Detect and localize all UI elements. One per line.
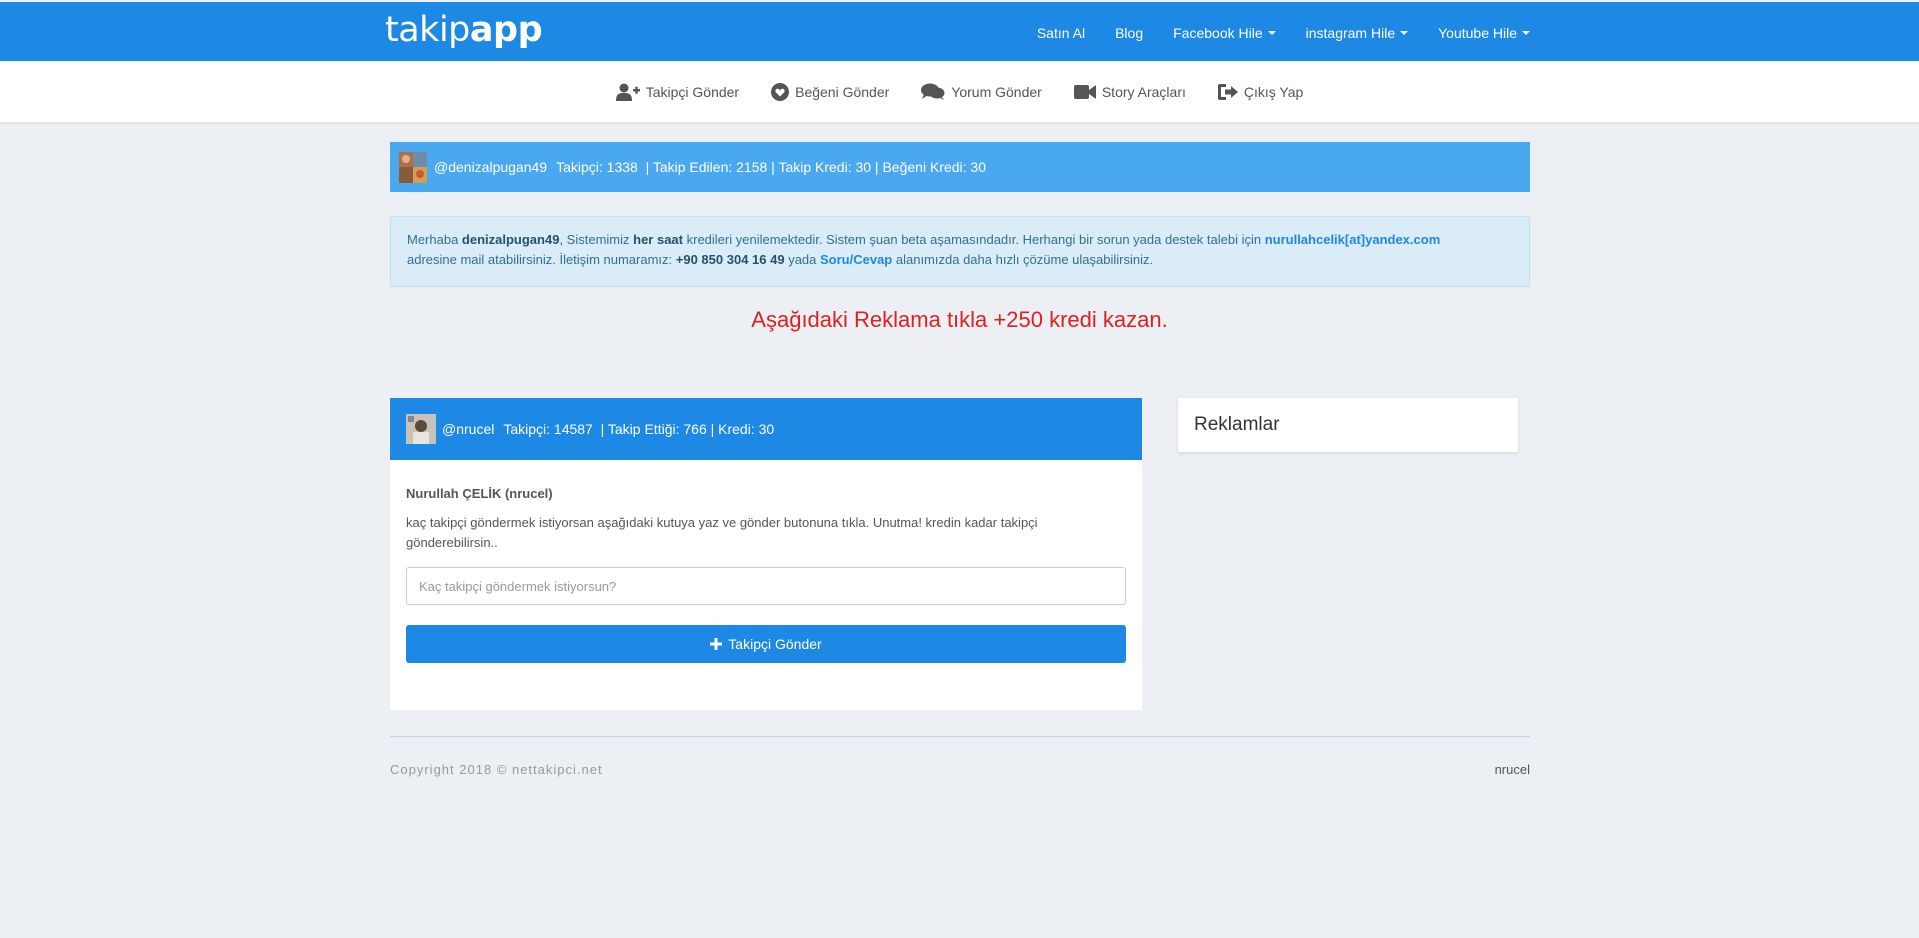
subnav-story-araclari[interactable]: Story Araçları bbox=[1073, 83, 1186, 100]
heart-icon bbox=[771, 82, 790, 101]
caret-down-icon bbox=[1522, 30, 1530, 35]
target-handle[interactable]: @nrucel bbox=[442, 421, 494, 437]
nav-facebook-dropdown[interactable]: Facebook Hile bbox=[1173, 25, 1276, 41]
caret-down-icon bbox=[1400, 30, 1409, 35]
copyright-text: Copyright 2018 © nettakipci.net bbox=[390, 762, 603, 777]
top-navbar: takipapp Satın Al Blog Facebook Hile ins… bbox=[0, 0, 1919, 61]
footer-username[interactable]: nrucel bbox=[1440, 762, 1530, 777]
subnav-label: Çıkış Yap bbox=[1243, 83, 1304, 100]
alert-text: , Sistemimiz bbox=[559, 232, 634, 247]
promo-message: Aşağıdaki Reklama tıkla +250 kredi kazan… bbox=[751, 307, 1168, 332]
alert-username: denizalpugan49 bbox=[461, 232, 560, 247]
subnav-yorum-gonder[interactable]: Yorum Gönder bbox=[921, 83, 1042, 101]
panel-description: kaç takipçi göndermek istiyorsan aşağıda… bbox=[406, 515, 1038, 550]
alert-text: yada bbox=[784, 252, 820, 267]
nav-label: Youtube Hile bbox=[1438, 24, 1517, 41]
nav-label: Satın Al bbox=[1036, 24, 1086, 41]
nav-label: Blog bbox=[1115, 24, 1144, 41]
target-avatar bbox=[406, 414, 436, 444]
follower-count-input[interactable]: Kaç takipçi göndermek istiyorsun? bbox=[406, 567, 1126, 605]
top-nav-menu: Satın Al Blog Facebook Hile instagram Hi… bbox=[1037, 2, 1530, 63]
brand-text-bold: app bbox=[469, 10, 543, 50]
send-followers-button[interactable]: Takipçi Gönder bbox=[406, 625, 1126, 663]
input-placeholder: Kaç takipçi göndermek istiyorsun? bbox=[419, 578, 617, 594]
soru-cevap-link[interactable]: Soru/Cevap bbox=[820, 252, 892, 267]
brand-text-light: takip bbox=[385, 10, 470, 50]
sign-out-icon bbox=[1217, 83, 1238, 100]
subnav-begeni-gonder[interactable]: Beğeni Gönder bbox=[771, 82, 890, 101]
subnav-label: Takipçi Gönder bbox=[645, 83, 740, 100]
subnav-cikis-yap[interactable]: Çıkış Yap bbox=[1217, 83, 1304, 101]
ads-box: Reklamlar bbox=[1178, 398, 1518, 452]
user-avatar bbox=[399, 151, 427, 183]
nav-instagram-dropdown[interactable]: instagram Hile bbox=[1305, 24, 1409, 41]
alert-text: adresine mail atabilirsiniz. İletişim nu… bbox=[407, 252, 676, 267]
user-handle[interactable]: @denizalpugan49 bbox=[434, 159, 547, 175]
alert-bold-text: her saat bbox=[633, 232, 683, 247]
target-stats: Takipçi: 14587 | Takip Ettiği: 766 | Kre… bbox=[503, 421, 775, 437]
footer-divider bbox=[390, 736, 1530, 737]
nav-youtube-dropdown[interactable]: Youtube Hile bbox=[1438, 25, 1530, 41]
video-camera-icon bbox=[1073, 84, 1096, 99]
nav-satin-al[interactable]: Satın Al bbox=[1037, 25, 1085, 41]
subnav-label: Yorum Gönder bbox=[951, 83, 1042, 100]
nav-label: instagram Hile bbox=[1305, 24, 1396, 41]
user-stats: Takipçi: 1338 | Takip Edilen: 2158 | Tak… bbox=[556, 159, 986, 175]
caret-down-icon bbox=[1267, 30, 1276, 35]
plus-icon bbox=[710, 638, 723, 650]
button-label: Takipçi Gönder bbox=[728, 636, 822, 652]
support-email-link[interactable]: nurullahcelik[at]yandex.com bbox=[1265, 232, 1441, 247]
ads-title: Reklamlar bbox=[1194, 414, 1280, 435]
panel-body: Nurullah ÇELİK (nrucel) kaç takipçi gönd… bbox=[390, 460, 1142, 663]
user-info-bar: @denizalpugan49 Takipçi: 1338 | Takip Ed… bbox=[390, 142, 1530, 192]
brand-logo[interactable]: takipapp bbox=[385, 10, 543, 50]
alert-text: Merhaba bbox=[407, 232, 462, 247]
user-plus-icon bbox=[615, 83, 640, 101]
contact-phone: +90 850 304 16 49 bbox=[675, 252, 785, 267]
comments-icon bbox=[921, 83, 945, 100]
sub-navbar: Takipçi Gönder Beğeni Gönder Yorum Gönde… bbox=[0, 61, 1919, 123]
panel-header: @nrucel Takipçi: 14587 | Takip Ettiği: 7… bbox=[390, 398, 1142, 460]
subnav-label: Story Araçları bbox=[1101, 83, 1186, 100]
subnav-takipci-gonder[interactable]: Takipçi Gönder bbox=[615, 83, 740, 101]
subnav-label: Beğeni Gönder bbox=[795, 83, 890, 100]
info-alert: Merhaba denizalpugan49, Sistemimiz her s… bbox=[390, 216, 1530, 287]
nav-blog[interactable]: Blog bbox=[1115, 25, 1143, 41]
nav-label: Facebook Hile bbox=[1173, 24, 1263, 41]
alert-text: alanımızda daha hızlı çözüme ulaşabilirs… bbox=[892, 252, 1154, 267]
target-name: Nurullah ÇELİK (nrucel) bbox=[406, 486, 553, 501]
send-followers-panel: @nrucel Takipçi: 14587 | Takip Ettiği: 7… bbox=[390, 398, 1142, 710]
alert-text: kredileri yenilemektedir. Sistem şuan be… bbox=[683, 232, 1265, 247]
